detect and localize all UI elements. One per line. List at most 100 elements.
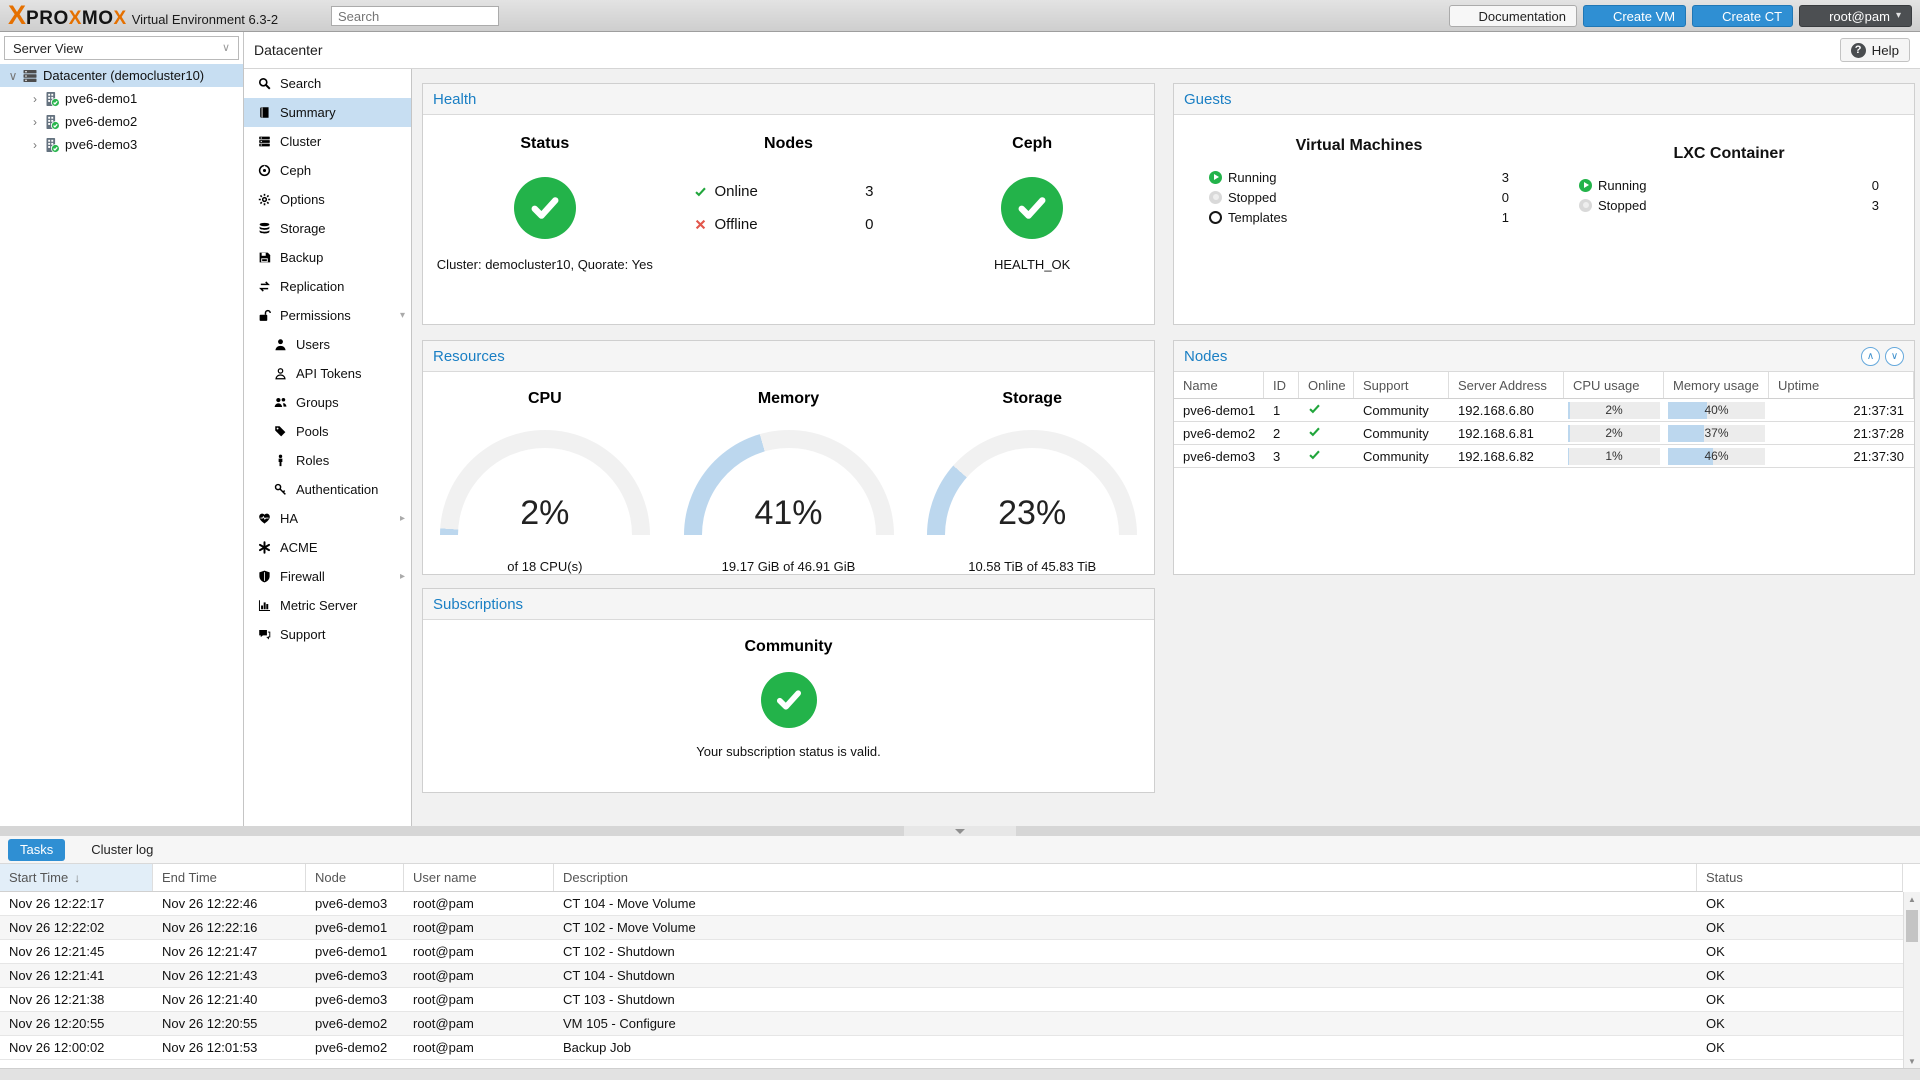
menu-item-options[interactable]: Options <box>244 185 411 214</box>
tree-item[interactable]: › pve6-demo1 <box>0 87 243 110</box>
scroll-down-icon[interactable]: ▼ <box>1904 1054 1920 1068</box>
menu-item-ha[interactable]: HA ▸ <box>244 504 411 533</box>
chevron-down-icon: ▾ <box>1895 10 1901 21</box>
task-description: CT 104 - Shutdown <box>563 968 675 983</box>
task-row[interactable]: Nov 26 12:20:55 Nov 26 12:20:55 pve6-dem… <box>0 1012 1903 1036</box>
menu-item-label: Search <box>280 76 322 91</box>
tree-expander-icon[interactable]: ∨ <box>6 69 20 83</box>
menu-item-permissions[interactable]: Permissions ▾ <box>244 301 411 330</box>
health-panel-title: Health <box>433 90 477 108</box>
node-state-count: 0 <box>865 216 874 233</box>
nodes-column-header[interactable]: Memory usage <box>1664 372 1769 398</box>
check-icon <box>1308 425 1321 438</box>
global-search-input[interactable] <box>331 6 499 26</box>
expand-right-icon[interactable]: ▸ <box>400 571 405 582</box>
menu-item-label: Groups <box>296 395 339 410</box>
nodes-column-header[interactable]: Online <box>1299 372 1354 398</box>
help-button[interactable]: ? Help <box>1839 38 1910 62</box>
menu-item-search[interactable]: Search <box>244 69 411 98</box>
menu-item-ceph[interactable]: Ceph <box>244 156 411 185</box>
nodes-column-header[interactable]: Name <box>1174 372 1264 398</box>
menu-item-storage[interactable]: Storage <box>244 214 411 243</box>
nodes-column-header[interactable]: Uptime <box>1769 372 1914 398</box>
tasks-column-header[interactable]: Node <box>306 864 404 891</box>
menu-item-metric-server[interactable]: Metric Server <box>244 591 411 620</box>
view-selector[interactable]: Server View ∨ <box>4 36 239 60</box>
task-row[interactable]: Nov 26 12:22:02 Nov 26 12:22:16 pve6-dem… <box>0 916 1903 940</box>
tasks-column-header[interactable]: Start Time ↓ <box>0 864 153 891</box>
horizontal-scrollbar[interactable] <box>0 1068 1920 1080</box>
expand-right-icon[interactable]: ▸ <box>400 513 405 524</box>
task-row[interactable]: Nov 26 12:21:41 Nov 26 12:21:43 pve6-dem… <box>0 964 1903 988</box>
nodes-column-header[interactable]: ID <box>1264 372 1299 398</box>
tasks-column-header[interactable]: Description <box>554 864 1697 891</box>
task-row[interactable]: Nov 26 12:21:45 Nov 26 12:21:47 pve6-dem… <box>0 940 1903 964</box>
menu-item-groups[interactable]: Groups <box>244 388 411 417</box>
users-icon <box>274 396 287 409</box>
documentation-button[interactable]: Documentation <box>1448 5 1577 27</box>
menu-item-acme[interactable]: ACME <box>244 533 411 562</box>
task-start-time: Nov 26 12:22:17 <box>9 896 105 911</box>
tree-expander-icon[interactable]: › <box>28 115 42 129</box>
menu-item-label: ACME <box>280 540 318 555</box>
menu-item-firewall[interactable]: Firewall ▸ <box>244 562 411 591</box>
menu-item-users[interactable]: Users <box>244 330 411 359</box>
tree-item[interactable]: › pve6-demo3 <box>0 133 243 156</box>
create-vm-button[interactable]: Create VM <box>1582 5 1687 27</box>
memory-usage-bar: 46% <box>1668 447 1765 465</box>
task-end-time: Nov 26 12:22:46 <box>162 896 258 911</box>
tab-tasks[interactable]: Tasks <box>8 838 66 861</box>
gauge-memory: Memory 41% 19.17 GiB of 46.91 GiB <box>667 372 911 574</box>
resource-tree: ∨ Datacenter (democluster10) › pve6-demo… <box>0 64 243 156</box>
tree-expander-icon[interactable]: › <box>28 92 42 106</box>
tree-expander-icon[interactable]: › <box>28 138 42 152</box>
unlock-icon <box>258 309 271 322</box>
horizontal-splitter[interactable] <box>0 826 1920 836</box>
menu-item-pools[interactable]: Pools <box>244 417 411 446</box>
tree-item-label: pve6-demo3 <box>65 137 138 152</box>
task-node: pve6-demo3 <box>315 992 388 1007</box>
nodes-column-header[interactable]: Support <box>1354 372 1449 398</box>
menu-item-summary[interactable]: Summary <box>244 98 411 127</box>
nodes-column-header[interactable]: Server Address <box>1449 372 1564 398</box>
menu-item-label: Firewall <box>280 569 325 584</box>
tasks-column-header[interactable]: Status <box>1697 864 1903 891</box>
resource-gauges: CPU 2% of 18 CPU(s) Memory 41% 19.17 GiB… <box>423 372 1154 574</box>
chevron-down-circle-icon[interactable]: ∨ <box>1885 346 1904 366</box>
menu-item-authentication[interactable]: Authentication <box>244 475 411 504</box>
tasks-panel: Tasks Cluster log Start Time ↓ End Time Node… <box>0 836 1920 1080</box>
scrollbar-thumb[interactable] <box>1906 910 1918 942</box>
task-row[interactable]: Nov 26 12:21:38 Nov 26 12:21:40 pve6-dem… <box>0 988 1903 1012</box>
nodes-column-header[interactable]: CPU usage <box>1564 372 1664 398</box>
scroll-up-icon[interactable]: ▲ <box>1904 892 1920 906</box>
guest-state-row: Running 0 <box>1579 175 1879 195</box>
task-end-time: Nov 26 12:21:43 <box>162 968 258 983</box>
tab-cluster-log[interactable]: Cluster log <box>79 839 165 861</box>
task-description: Backup Job <box>563 1040 631 1055</box>
menu-item-backup[interactable]: Backup <box>244 243 411 272</box>
running-icon <box>1579 178 1592 192</box>
create-ct-button[interactable]: Create CT <box>1692 5 1794 27</box>
task-row[interactable]: Nov 26 12:00:02 Nov 26 12:01:53 pve6-dem… <box>0 1036 1903 1060</box>
menu-item-replication[interactable]: Replication <box>244 272 411 301</box>
nodes-heading: Nodes <box>764 135 813 152</box>
tree-item[interactable]: ∨ Datacenter (democluster10) <box>0 64 243 87</box>
user-menu-button[interactable]: root@pam ▾ <box>1799 5 1912 27</box>
cluster-icon <box>258 135 271 148</box>
guests-panel-title: Guests <box>1184 90 1232 108</box>
task-row[interactable]: Nov 26 12:22:17 Nov 26 12:22:46 pve6-dem… <box>0 892 1903 916</box>
expand-down-icon[interactable]: ▾ <box>400 310 405 321</box>
tasks-column-header[interactable]: End Time <box>153 864 306 891</box>
splitter-collapse-handle[interactable] <box>904 826 1016 836</box>
menu-item-cluster[interactable]: Cluster <box>244 127 411 156</box>
menu-item-roles[interactable]: Roles <box>244 446 411 475</box>
gauge-caption: of 18 CPU(s) <box>507 559 583 574</box>
tree-item[interactable]: › pve6-demo2 <box>0 110 243 133</box>
chevron-up-circle-icon[interactable]: ∧ <box>1861 346 1880 366</box>
menu-item-api-tokens[interactable]: API Tokens <box>244 359 411 388</box>
tasks-column-header[interactable]: User name <box>404 864 554 891</box>
menu-item-support[interactable]: Support <box>244 620 411 649</box>
ceph-icon <box>258 164 271 177</box>
gauge-percent: 23% <box>998 494 1067 532</box>
vertical-scrollbar[interactable]: ▲ ▼ <box>1903 892 1920 1068</box>
